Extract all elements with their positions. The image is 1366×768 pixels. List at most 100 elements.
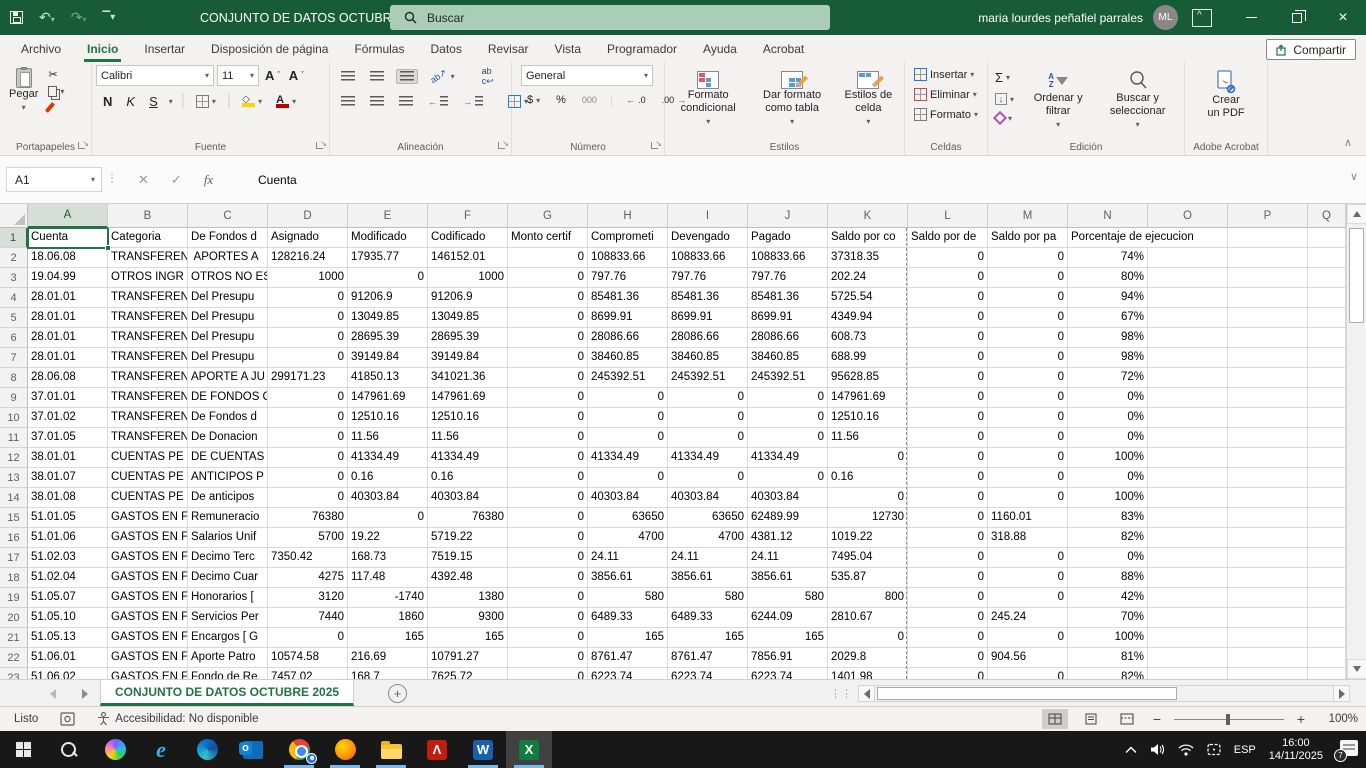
cell-Q15[interactable]: [1308, 508, 1346, 528]
cell-H14[interactable]: 40303.84: [588, 488, 668, 508]
cell-D17[interactable]: 7350.42: [268, 548, 348, 568]
cell-N19[interactable]: 42%: [1068, 588, 1148, 608]
cell-D8[interactable]: 299171.23: [268, 368, 348, 388]
row-header-11[interactable]: 11: [0, 428, 28, 448]
cell-P19[interactable]: [1228, 588, 1308, 608]
cell-K12[interactable]: 0: [828, 448, 908, 468]
insert-function-icon[interactable]: fx: [204, 172, 213, 188]
cell-A13[interactable]: 38.01.07: [28, 468, 108, 488]
cell-A16[interactable]: 51.01.06: [28, 528, 108, 548]
cut-button[interactable]: ✂: [45, 67, 67, 82]
cell-J6[interactable]: 28086.66: [748, 328, 828, 348]
cell-D6[interactable]: 0: [268, 328, 348, 348]
delete-cells-button[interactable]: Eliminar▾: [911, 87, 983, 102]
cell-N8[interactable]: 72%: [1068, 368, 1148, 388]
cell-B22[interactable]: GASTOS EN F: [108, 648, 188, 668]
cell-I22[interactable]: 8761.47: [668, 648, 748, 668]
cell-J21[interactable]: 165: [748, 628, 828, 648]
minimize-button[interactable]: [1228, 0, 1274, 35]
cell-E3[interactable]: 0: [348, 268, 428, 288]
font-name-select[interactable]: Calibri▾: [96, 65, 214, 86]
cell-E12[interactable]: 41334.49: [348, 448, 428, 468]
cell-N17[interactable]: 0%: [1068, 548, 1148, 568]
cell-K13[interactable]: 0.16: [828, 468, 908, 488]
font-color-button[interactable]: A▾: [273, 94, 299, 109]
cell-F1[interactable]: Codificado: [428, 228, 508, 248]
cell-F10[interactable]: 12510.16: [428, 408, 508, 428]
row-header-12[interactable]: 12: [0, 448, 28, 468]
cell-J9[interactable]: 0: [748, 388, 828, 408]
cell-A3[interactable]: 19.04.99: [28, 268, 108, 288]
cell-B19[interactable]: GASTOS EN F: [108, 588, 188, 608]
cell-Q6[interactable]: [1308, 328, 1346, 348]
zoom-level[interactable]: 100%: [1318, 713, 1358, 725]
cell-M6[interactable]: 0: [988, 328, 1068, 348]
cell-K21[interactable]: 0: [828, 628, 908, 648]
volume-icon[interactable]: [1150, 743, 1165, 756]
cell-G11[interactable]: 0: [508, 428, 588, 448]
clear-button[interactable]: ▾: [992, 112, 1017, 124]
cell-I13[interactable]: 0: [668, 468, 748, 488]
cell-I21[interactable]: 165: [668, 628, 748, 648]
cell-Q21[interactable]: [1308, 628, 1346, 648]
cell-H5[interactable]: 8699.91: [588, 308, 668, 328]
formula-bar-value[interactable]: Cuenta: [258, 167, 297, 192]
tab-acrobat[interactable]: Acrobat: [750, 35, 817, 62]
clipboard-dialog-launcher-icon[interactable]: [78, 142, 88, 152]
copy-button[interactable]: ▾: [45, 85, 67, 98]
cell-B13[interactable]: CUENTAS PE: [108, 468, 188, 488]
cell-B12[interactable]: CUENTAS PE: [108, 448, 188, 468]
column-header-I[interactable]: I: [668, 204, 748, 228]
cell-N2[interactable]: 74%: [1068, 248, 1148, 268]
cell-B14[interactable]: CUENTAS PE: [108, 488, 188, 508]
cell-E20[interactable]: 1860: [348, 608, 428, 628]
cell-M16[interactable]: 318.88: [988, 528, 1068, 548]
cell-N11[interactable]: 0%: [1068, 428, 1148, 448]
cell-O16[interactable]: [1148, 528, 1228, 548]
cell-F14[interactable]: 40303.84: [428, 488, 508, 508]
cell-P1[interactable]: [1228, 228, 1308, 248]
tab-programador[interactable]: Programador: [594, 35, 690, 62]
cell-B15[interactable]: GASTOS EN F: [108, 508, 188, 528]
cell-O5[interactable]: [1148, 308, 1228, 328]
cell-Q7[interactable]: [1308, 348, 1346, 368]
cell-H13[interactable]: 0: [588, 468, 668, 488]
column-header-Q[interactable]: Q: [1308, 204, 1346, 228]
cell-C17[interactable]: Decimo Terc: [188, 548, 268, 568]
zoom-slider[interactable]: [1174, 719, 1284, 720]
tab-inicio[interactable]: Inicio: [74, 35, 131, 62]
row-header-14[interactable]: 14: [0, 488, 28, 508]
cell-Q1[interactable]: [1308, 228, 1346, 248]
cell-E15[interactable]: 0: [348, 508, 428, 528]
cell-L14[interactable]: 0: [908, 488, 988, 508]
scroll-up-arrow[interactable]: [1347, 204, 1366, 224]
redo-icon[interactable]: ↷▾: [71, 9, 87, 26]
cell-A18[interactable]: 51.02.04: [28, 568, 108, 588]
accessibility-icon[interactable]: [97, 712, 110, 726]
cell-M21[interactable]: 0: [988, 628, 1068, 648]
cell-F16[interactable]: 5719.22: [428, 528, 508, 548]
cell-P11[interactable]: [1228, 428, 1308, 448]
align-left-button[interactable]: [338, 95, 358, 108]
cell-E1[interactable]: Modificado: [348, 228, 428, 248]
cell-J2[interactable]: 108833.66: [748, 248, 828, 268]
column-header-F[interactable]: F: [428, 204, 508, 228]
fill-color-button[interactable]: ◇▾: [239, 94, 265, 108]
cell-G6[interactable]: 0: [508, 328, 588, 348]
wifi-icon[interactable]: [1178, 744, 1194, 756]
cell-O23[interactable]: [1148, 668, 1228, 679]
cell-E10[interactable]: 12510.16: [348, 408, 428, 428]
taskbar-button-chrome[interactable]: [276, 731, 322, 768]
search-box[interactable]: Buscar: [390, 5, 830, 30]
cell-A12[interactable]: 38.01.01: [28, 448, 108, 468]
insert-cells-button[interactable]: Insertar▾: [911, 67, 983, 82]
cell-P8[interactable]: [1228, 368, 1308, 388]
cell-K2[interactable]: 37318.35: [828, 248, 908, 268]
cell-I1[interactable]: Devengado: [668, 228, 748, 248]
cell-N12[interactable]: 100%: [1068, 448, 1148, 468]
cell-N13[interactable]: 0%: [1068, 468, 1148, 488]
cell-P12[interactable]: [1228, 448, 1308, 468]
cell-Q4[interactable]: [1308, 288, 1346, 308]
cell-M15[interactable]: 1160.01: [988, 508, 1068, 528]
cell-P18[interactable]: [1228, 568, 1308, 588]
